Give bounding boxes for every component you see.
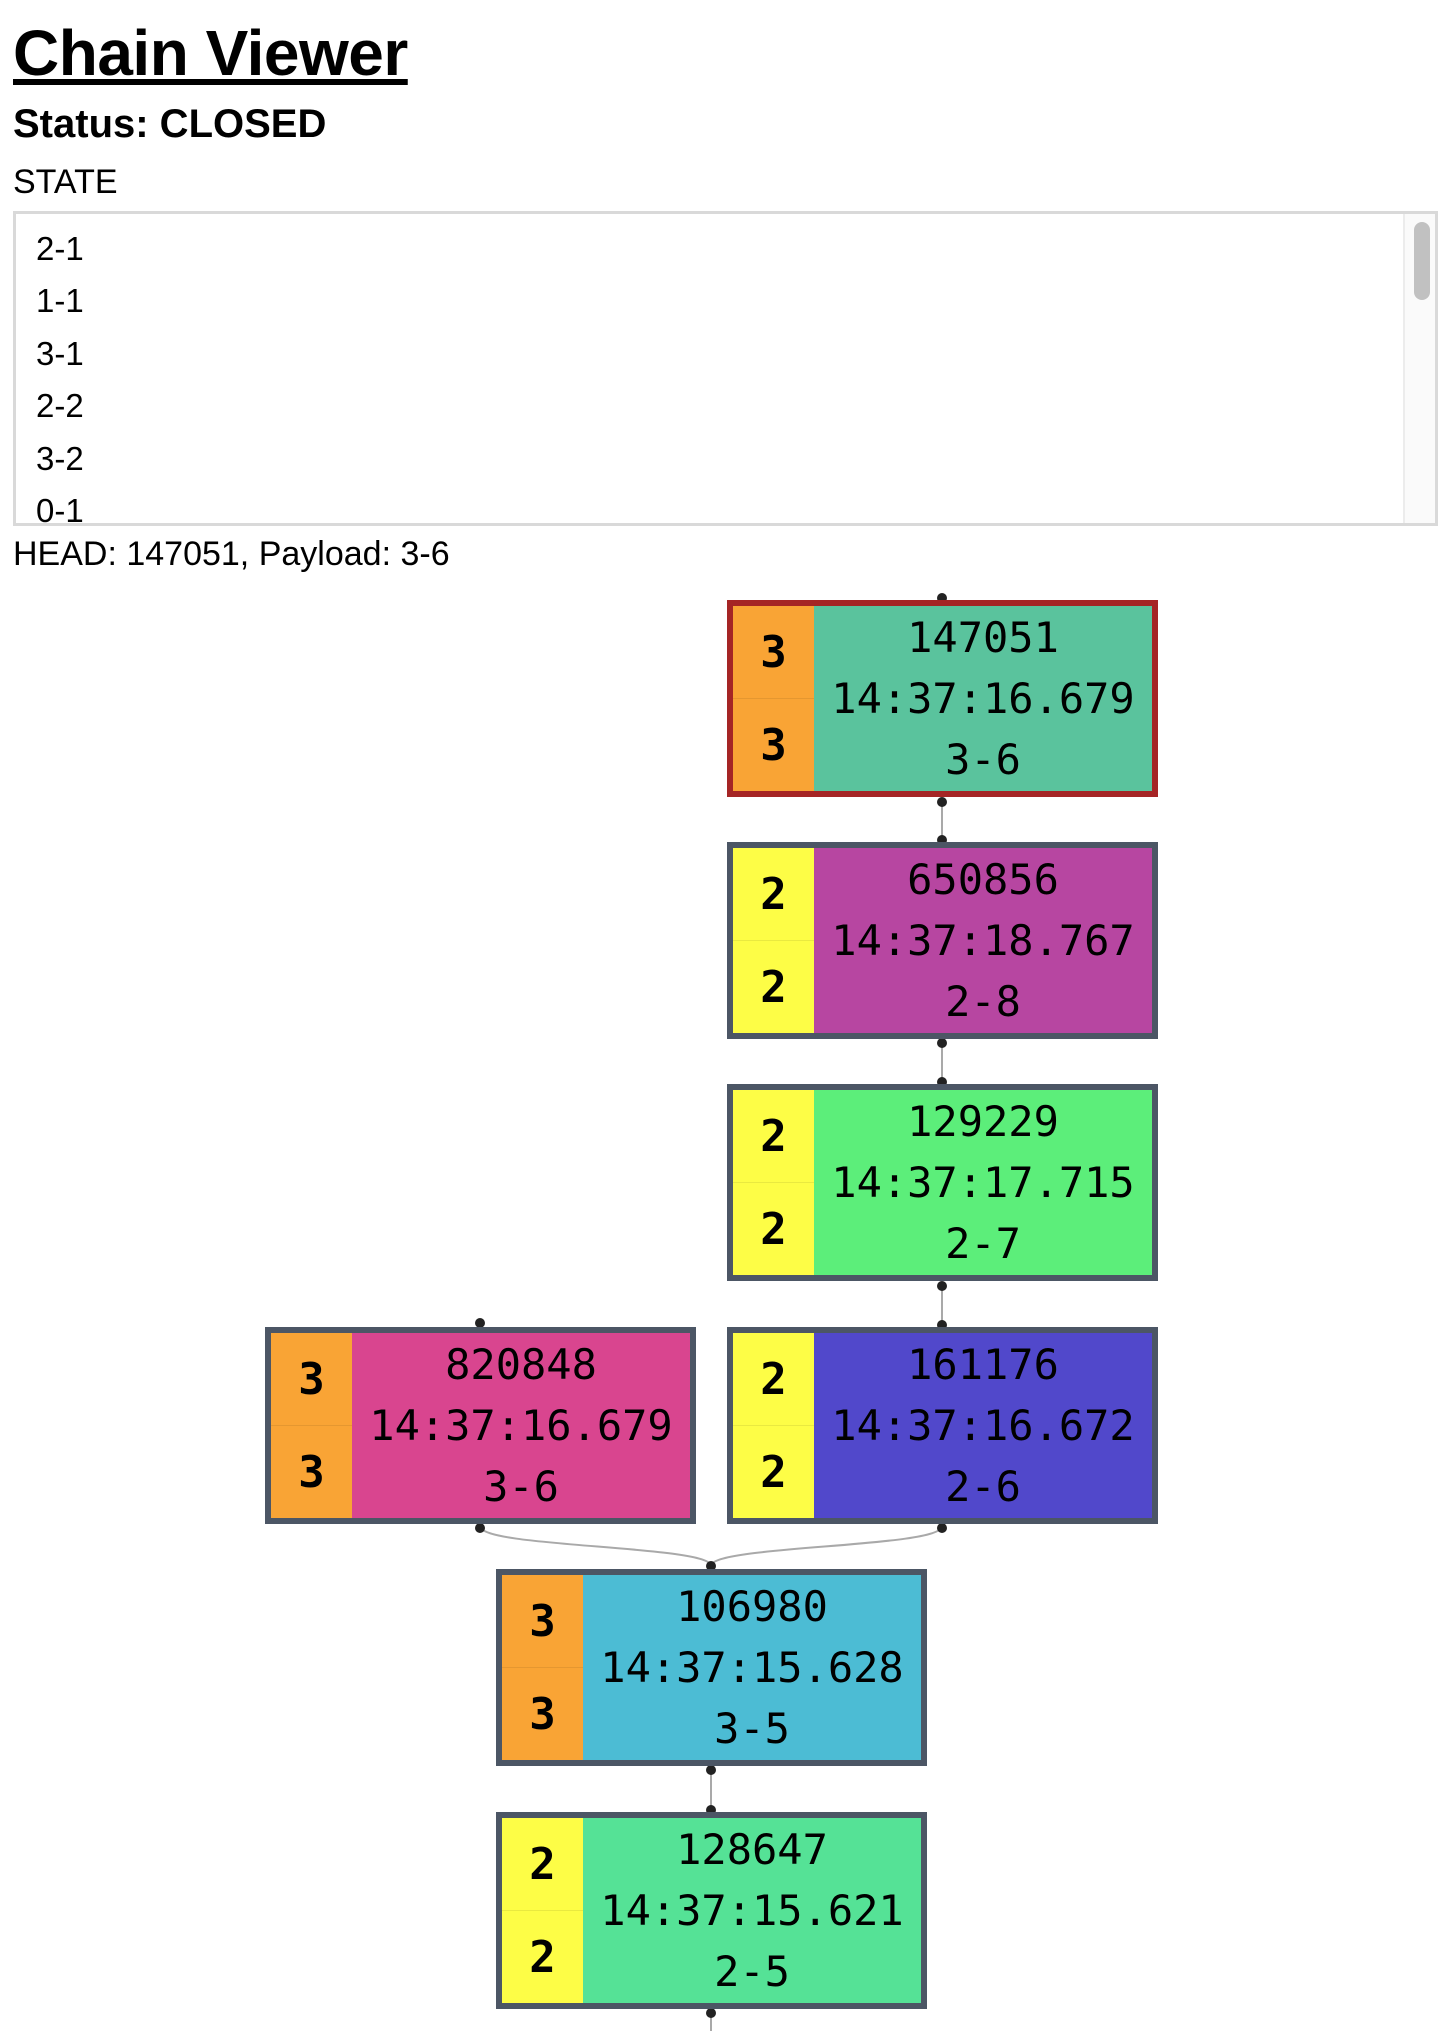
node-bottom-value: 2 — [502, 1910, 583, 2003]
node-top-value: 2 — [760, 868, 787, 920]
node-body: 128647 14:37:15.621 2-5 — [583, 1818, 921, 2003]
node-bottom-value: 3 — [502, 1667, 583, 1760]
node-sidebar: 2 2 — [733, 1333, 814, 1518]
node-payload: 2-7 — [945, 1219, 1021, 1268]
node-id: 128647 — [676, 1825, 828, 1874]
node-sidebar: 3 3 — [502, 1575, 583, 1760]
node-id: 161176 — [907, 1340, 1059, 1389]
node-payload: 2-5 — [714, 1947, 790, 1996]
node-payload: 3-6 — [945, 735, 1021, 784]
node-time: 14:37:16.672 — [831, 1401, 1135, 1450]
node-id: 820848 — [445, 1340, 597, 1389]
node-id: 650856 — [907, 855, 1059, 904]
connector-dot — [475, 1523, 485, 1533]
node-payload: 3-6 — [483, 1462, 559, 1511]
node-body: 161176 14:37:16.672 2-6 — [814, 1333, 1152, 1518]
chain-node-head[interactable]: 3 3 147051 14:37:16.679 3-6 — [727, 600, 1158, 797]
node-sidebar: 2 2 — [733, 848, 814, 1033]
node-body: 129229 14:37:17.715 2-7 — [814, 1090, 1152, 1275]
node-time: 14:37:17.715 — [831, 1158, 1135, 1207]
node-time: 14:37:16.679 — [369, 1401, 673, 1450]
node-id: 129229 — [907, 1097, 1059, 1146]
edge — [710, 1525, 943, 1567]
node-sidebar: 3 3 — [271, 1333, 352, 1518]
node-time: 14:37:15.621 — [600, 1886, 904, 1935]
node-body: 106980 14:37:15.628 3-5 — [583, 1575, 921, 1760]
connector-dot — [937, 1281, 947, 1291]
connector-dot — [706, 1765, 716, 1775]
connector-dot — [937, 797, 947, 807]
node-id: 106980 — [676, 1582, 828, 1631]
node-payload: 3-5 — [714, 1704, 790, 1753]
node-bottom-value: 2 — [733, 1182, 814, 1275]
node-top-value: 3 — [298, 1353, 325, 1405]
node-body: 820848 14:37:16.679 3-6 — [352, 1333, 690, 1518]
node-time: 14:37:15.628 — [600, 1643, 904, 1692]
node-payload: 2-6 — [945, 1462, 1021, 1511]
node-sidebar: 3 3 — [733, 606, 814, 791]
chain-node[interactable]: 2 2 650856 14:37:18.767 2-8 — [727, 842, 1158, 1039]
node-bottom-value: 3 — [733, 698, 814, 791]
chain-node[interactable]: 2 2 161176 14:37:16.672 2-6 — [727, 1327, 1158, 1524]
node-top-value: 2 — [760, 1110, 787, 1162]
chain-node[interactable]: 2 2 129229 14:37:17.715 2-7 — [727, 1084, 1158, 1281]
chain-node-fork[interactable]: 3 3 820848 14:37:16.679 3-6 — [265, 1327, 696, 1524]
node-id: 147051 — [907, 613, 1059, 662]
node-body: 650856 14:37:18.767 2-8 — [814, 848, 1152, 1033]
chain-node[interactable]: 2 2 128647 14:37:15.621 2-5 — [496, 1812, 927, 2009]
node-top-value: 3 — [529, 1595, 556, 1647]
node-bottom-value: 2 — [733, 1425, 814, 1518]
node-top-value: 3 — [760, 626, 787, 678]
node-bottom-value: 3 — [271, 1425, 352, 1518]
node-sidebar: 2 2 — [502, 1818, 583, 2003]
node-sidebar: 2 2 — [733, 1090, 814, 1275]
connector-dot — [706, 2008, 716, 2018]
node-top-value: 2 — [529, 1838, 556, 1890]
node-time: 14:37:18.767 — [831, 916, 1135, 965]
chain-node[interactable]: 3 3 106980 14:37:15.628 3-5 — [496, 1569, 927, 1766]
node-top-value: 2 — [760, 1353, 787, 1405]
connector-dot — [937, 1523, 947, 1533]
connector-dot — [937, 1038, 947, 1048]
node-body: 147051 14:37:16.679 3-6 — [814, 606, 1152, 791]
node-time: 14:37:16.679 — [831, 674, 1135, 723]
edge — [479, 1525, 712, 1567]
node-bottom-value: 2 — [733, 940, 814, 1033]
node-payload: 2-8 — [945, 977, 1021, 1026]
